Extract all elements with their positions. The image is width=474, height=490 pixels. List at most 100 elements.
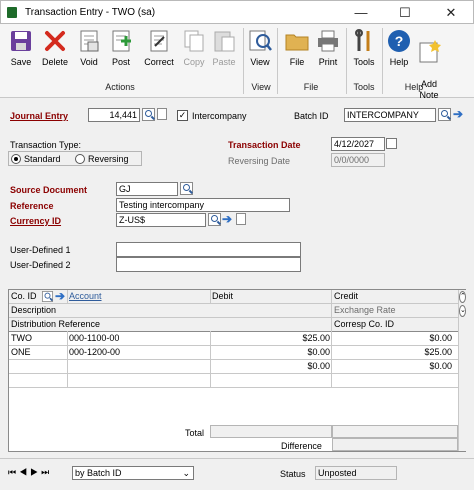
user-defined-1-label: User-Defined 1 (10, 245, 71, 255)
maximize-button[interactable]: ☐ (383, 1, 427, 25)
reversing-date-field[interactable]: 0/0/0000 (331, 153, 385, 167)
add-note-icon (416, 39, 442, 65)
co-id-expand-icon[interactable]: ➔ (55, 290, 66, 303)
user-defined-2-field[interactable] (116, 257, 301, 272)
journal-entry-field[interactable]: 14,441 (88, 108, 140, 122)
column-account[interactable]: Account (67, 290, 104, 303)
user-defined-1-field[interactable] (116, 242, 301, 257)
post-button[interactable]: Post (106, 26, 136, 76)
column-credit: Credit (334, 291, 359, 301)
row-2-co-id[interactable]: ONE (9, 346, 67, 359)
group-label-tools: Tools (353, 82, 375, 92)
difference-label: Difference (281, 441, 322, 451)
chevron-down-icon: ⌄ (182, 468, 190, 478)
source-document-label: Source Document (10, 185, 88, 195)
app-icon (7, 7, 17, 18)
last-record-icon[interactable]: ⏭ (41, 467, 52, 477)
transaction-date-field[interactable]: 4/12/2027 (331, 137, 385, 151)
reversing-date-label: Reversing Date (228, 156, 291, 166)
co-id-lookup-icon[interactable] (41, 290, 54, 303)
journal-entry-note-icon[interactable] (157, 108, 167, 120)
column-distribution-reference: Distribution Reference (11, 319, 101, 329)
group-label-actions: Actions (105, 82, 135, 92)
reversing-label: Reversing (88, 154, 129, 164)
row-1-co-id[interactable]: TWO (9, 332, 67, 345)
scroll-down-icon[interactable]: ⌄ (459, 305, 466, 317)
view-button[interactable]: View (247, 26, 273, 76)
add-note-button[interactable]: Add Note (414, 26, 444, 100)
standard-label: Standard (24, 154, 61, 164)
batch-id-lookup-icon[interactable] (438, 108, 451, 121)
correct-icon (146, 28, 172, 54)
next-record-icon[interactable]: ▶ (30, 467, 41, 477)
row-1-account[interactable]: 000-1100-00 (67, 332, 210, 345)
intercompany-label: Intercompany (192, 111, 247, 121)
journal-entry-label: Journal Entry (10, 111, 69, 121)
transaction-type-label: Transaction Type: (10, 140, 82, 150)
total-label: Total (185, 428, 205, 438)
help-button[interactable]: ? Help (386, 26, 412, 76)
status-value: Unposted (315, 466, 397, 480)
user-defined-2-label: User-Defined 2 (10, 260, 71, 270)
source-document-lookup-icon[interactable] (180, 182, 193, 195)
copy-label: Copy (183, 57, 205, 67)
save-button[interactable]: Save (6, 26, 36, 76)
save-icon (8, 28, 34, 54)
tools-label: Tools (353, 57, 375, 67)
delete-button[interactable]: Delete (38, 26, 72, 76)
group-label-file: File (303, 82, 319, 92)
row-3-credit[interactable]: $0.00 (332, 360, 454, 373)
row-1-credit[interactable]: $0.00 (332, 332, 454, 345)
intercompany-checkbox[interactable]: ✓ (177, 110, 188, 121)
scroll-up-icon[interactable]: ⌃ (459, 291, 466, 303)
currency-id-lookup-icon[interactable] (208, 213, 221, 226)
row-2-account[interactable]: 000-1200-00 (67, 346, 210, 359)
minimize-button[interactable]: — (339, 1, 383, 25)
first-record-icon[interactable]: ⏮ (8, 467, 19, 477)
paste-label: Paste (212, 57, 236, 67)
copy-button[interactable]: Copy (180, 26, 208, 76)
folder-icon (284, 28, 310, 54)
row-2-debit[interactable]: $0.00 (210, 346, 332, 359)
post-icon (108, 28, 134, 54)
difference-field (332, 438, 458, 451)
standard-radio[interactable] (11, 154, 21, 164)
batch-id-label: Batch ID (294, 111, 329, 121)
previous-record-icon[interactable]: ◀ (19, 467, 30, 477)
print-button[interactable]: Print (313, 26, 343, 76)
column-exchange-rate: Exchange Rate (334, 305, 396, 315)
reference-field[interactable]: Testing intercompany (116, 198, 290, 212)
batch-id-field[interactable]: INTERCOMPANY (344, 108, 436, 122)
source-document-field[interactable]: GJ (116, 182, 178, 196)
void-button[interactable]: Void (74, 26, 104, 76)
calendar-icon[interactable] (386, 138, 397, 149)
currency-id-expand-icon[interactable]: ➔ (222, 213, 233, 226)
tools-icon (351, 28, 377, 54)
help-icon: ? (386, 28, 412, 54)
view-label: View (250, 57, 270, 67)
row-2-credit[interactable]: $25.00 (332, 346, 454, 359)
delete-icon (42, 28, 68, 54)
print-icon (315, 28, 341, 54)
journal-entry-lookup-icon[interactable] (142, 108, 155, 121)
close-button[interactable]: ✕ (429, 1, 473, 25)
currency-id-note-icon[interactable] (236, 213, 246, 225)
save-label: Save (10, 57, 32, 67)
row-3-debit[interactable]: $0.00 (210, 360, 332, 373)
sort-by-dropdown[interactable]: by Batch ID ⌄ (72, 466, 194, 480)
reference-label: Reference (10, 201, 54, 211)
batch-id-expand-icon[interactable]: ➔ (453, 108, 464, 121)
correct-button[interactable]: Correct (140, 26, 178, 76)
status-label: Status (280, 469, 306, 479)
group-label-help: Help (404, 82, 424, 92)
total-credit-field (332, 425, 458, 438)
reversing-radio[interactable] (75, 154, 85, 164)
column-corresp-co-id: Corresp Co. ID (334, 319, 395, 329)
paste-button[interactable]: Paste (210, 26, 238, 76)
tools-button[interactable]: Tools (350, 26, 378, 76)
currency-id-field[interactable]: Z-US$ (116, 213, 206, 227)
file-label: File (289, 57, 305, 67)
currency-id-label[interactable]: Currency ID (10, 216, 61, 226)
row-1-debit[interactable]: $25.00 (210, 332, 332, 345)
file-button[interactable]: File (283, 26, 311, 76)
